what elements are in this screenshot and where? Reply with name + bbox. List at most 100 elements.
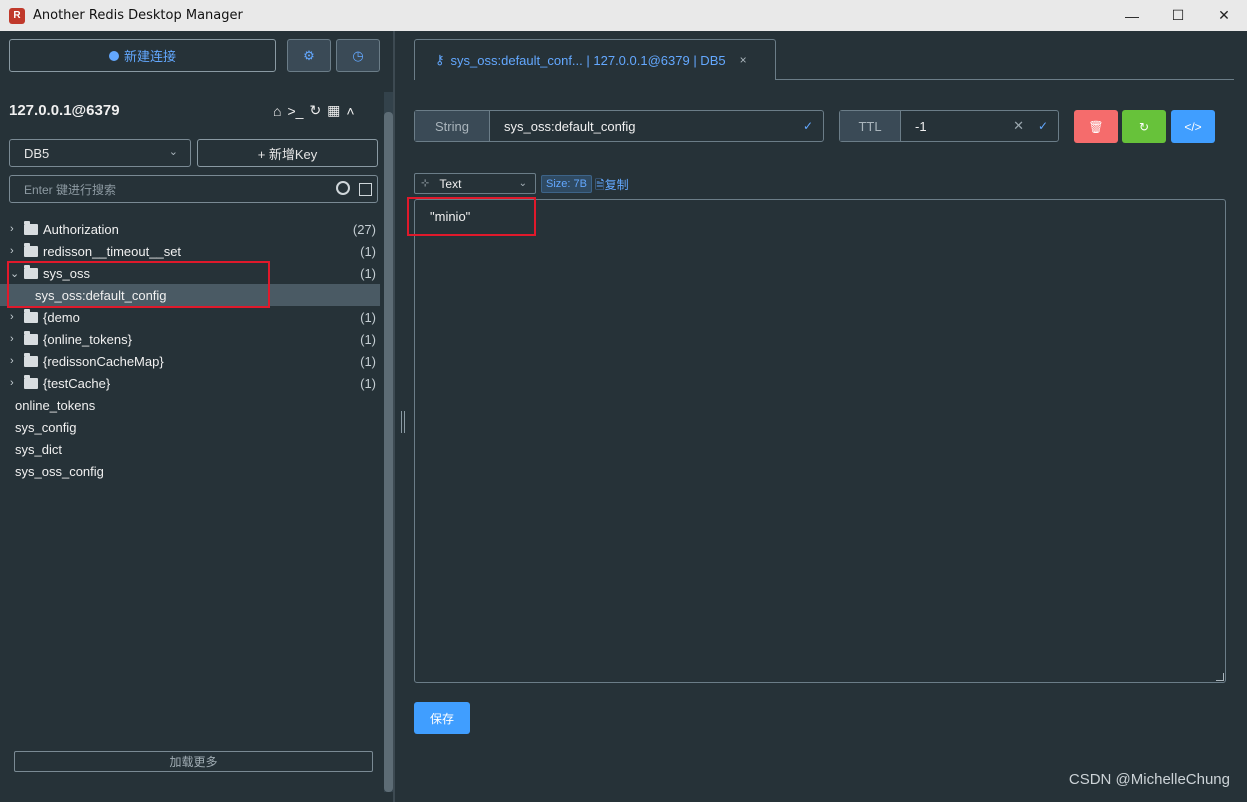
server-toolbar: ⌂ >_ ↻ ▦ ˄ — [273, 102, 355, 119]
check-icon[interactable]: ✓ — [803, 119, 813, 133]
chevron-right-icon: › — [10, 311, 14, 323]
ttl-value: -1 — [915, 118, 927, 134]
plus-circle-icon — [108, 50, 119, 61]
chevron-right-icon: › — [10, 355, 14, 367]
clear-icon[interactable]: ✕ — [1013, 118, 1024, 134]
search-placeholder: Enter 键进行搜索 — [24, 182, 117, 197]
size-badge: Size: 7B — [541, 175, 592, 193]
search-input[interactable]: Enter 键进行搜索 — [9, 175, 378, 203]
refresh-key-button[interactable]: ↻ — [1122, 110, 1166, 143]
clock-icon: ◷ — [352, 47, 364, 63]
chevron-right-icon: › — [10, 245, 14, 257]
tab-label: sys_oss:default_conf... | 127.0.0.1@6379… — [450, 52, 726, 68]
resize-handle-icon[interactable] — [1216, 673, 1224, 681]
ttl-input[interactable]: -1 ✕ ✓ — [901, 111, 1058, 141]
tree-folder[interactable]: › redisson__timeout__set (1) — [0, 240, 380, 262]
chevron-up-icon[interactable]: ˄ — [346, 103, 354, 119]
key-name-input[interactable]: sys_oss:default_config ✓ — [490, 111, 823, 141]
chevron-right-icon: › — [10, 223, 14, 235]
tab-key-detail[interactable]: ⚷ sys_oss:default_conf... | 127.0.0.1@63… — [414, 39, 776, 80]
history-button[interactable]: ◷ — [336, 39, 380, 72]
key-name-value: sys_oss:default_config — [504, 118, 636, 134]
tree-folder[interactable]: › Authorization (27) — [0, 218, 380, 240]
copy-icon: 🗎 — [595, 178, 605, 192]
tree-count: (1) — [360, 331, 376, 347]
app-logo-icon: R — [9, 7, 25, 24]
server-name: 127.0.0.1@6379 — [9, 102, 120, 119]
tree-count: (1) — [360, 309, 376, 325]
tree-key[interactable]: sys_config — [0, 416, 380, 438]
add-key-button[interactable]: + 新增Key — [197, 139, 378, 167]
load-more-button[interactable]: 加载更多 — [14, 751, 373, 772]
tree-folder-label: {testCache} — [43, 375, 111, 391]
tree-key[interactable]: sys_dict — [0, 438, 380, 460]
tree-key-label: online_tokens — [15, 397, 96, 413]
db-select-value: DB5 — [24, 145, 50, 161]
home-icon[interactable]: ⌂ — [273, 103, 281, 119]
sidebar-scrollbar-thumb[interactable] — [384, 112, 393, 792]
maximize-button[interactable]: ☐ — [1155, 0, 1201, 31]
tree-folder-label: redisson__timeout__set — [43, 243, 182, 259]
tree-count: (1) — [360, 243, 376, 259]
delete-key-button[interactable]: 🗑 — [1074, 110, 1118, 143]
check-icon[interactable]: ✓ — [1038, 119, 1048, 133]
tree-key-label: sys_config — [15, 419, 77, 435]
minimize-button[interactable]: — — [1109, 0, 1155, 31]
format-select[interactable]: ⊹ Text ⌄ — [414, 173, 536, 194]
format-value: Text — [439, 176, 462, 191]
splitter-grip-icon[interactable] — [401, 411, 405, 433]
chevron-down-icon: ⌄ — [518, 178, 527, 189]
folder-icon — [24, 220, 38, 235]
key-name-field: String sys_oss:default_config ✓ — [414, 110, 824, 142]
tree-folder-label: {redissonCacheMap} — [43, 353, 164, 369]
pane-splitter[interactable] — [393, 31, 395, 802]
tree-folder[interactable]: › {testCache} (1) — [0, 372, 380, 394]
folder-icon — [24, 330, 38, 345]
window-title: Another Redis Desktop Manager — [33, 8, 243, 23]
tree-folder-label: {demo — [43, 309, 80, 325]
watermark: CSDN @MichelleChung — [1068, 771, 1230, 788]
db-select[interactable]: DB5 ⌄ — [9, 139, 191, 167]
refresh-icon[interactable]: ↻ — [309, 102, 321, 119]
chevron-right-icon: › — [10, 377, 14, 389]
code-icon: </> — [1184, 119, 1202, 134]
folder-icon — [24, 374, 38, 389]
value-editor[interactable] — [414, 199, 1226, 683]
folder-icon — [24, 308, 38, 323]
close-window-button[interactable]: ✕ — [1201, 0, 1247, 31]
folder-icon — [24, 352, 38, 367]
gear-icon: ⚙ — [303, 47, 315, 63]
key-type-label: String — [415, 111, 490, 141]
tree-count: (1) — [360, 265, 376, 281]
ttl-label: TTL — [840, 111, 901, 141]
tab-close-icon[interactable]: × — [740, 53, 747, 67]
copy-label: 复制 — [604, 178, 629, 192]
tree-count: (1) — [360, 353, 376, 369]
save-button[interactable]: 保存 — [414, 702, 470, 734]
copy-button[interactable]: 🗎复制 — [595, 176, 629, 197]
tree-folder[interactable]: › {online_tokens} (1) — [0, 328, 380, 350]
search-icon[interactable] — [336, 181, 350, 195]
tree-count: (27) — [352, 221, 376, 237]
chevron-right-icon: › — [10, 333, 14, 345]
tree-folder[interactable]: › {redissonCacheMap} (1) — [0, 350, 380, 372]
refresh-icon: ↻ — [1138, 119, 1150, 134]
tree-folder-label: {online_tokens} — [43, 331, 132, 347]
new-connection-label: 新建连接 — [123, 49, 176, 64]
exact-search-checkbox[interactable] — [359, 183, 372, 196]
tree-key[interactable]: sys_oss_config — [0, 460, 380, 482]
key-tree: › Authorization (27) › redisson__timeout… — [0, 218, 380, 482]
dump-command-button[interactable]: </> — [1171, 110, 1215, 143]
settings-button[interactable]: ⚙ — [287, 39, 331, 72]
tree-folder[interactable]: › {demo (1) — [0, 306, 380, 328]
tree-key[interactable]: online_tokens — [0, 394, 380, 416]
folder-icon — [24, 242, 38, 257]
grid-icon[interactable]: ▦ — [327, 102, 340, 119]
terminal-icon[interactable]: >_ — [287, 103, 303, 119]
sitemap-icon: ⊹ — [421, 178, 430, 189]
tree-key-label: sys_oss_config — [15, 463, 104, 479]
new-connection-button[interactable]: 新建连接 — [9, 39, 276, 72]
tree-folder-label: Authorization — [43, 221, 119, 237]
window-titlebar: R Another Redis Desktop Manager — ☐ ✕ — [0, 0, 1247, 31]
ttl-field: TTL -1 ✕ ✓ — [839, 110, 1059, 142]
